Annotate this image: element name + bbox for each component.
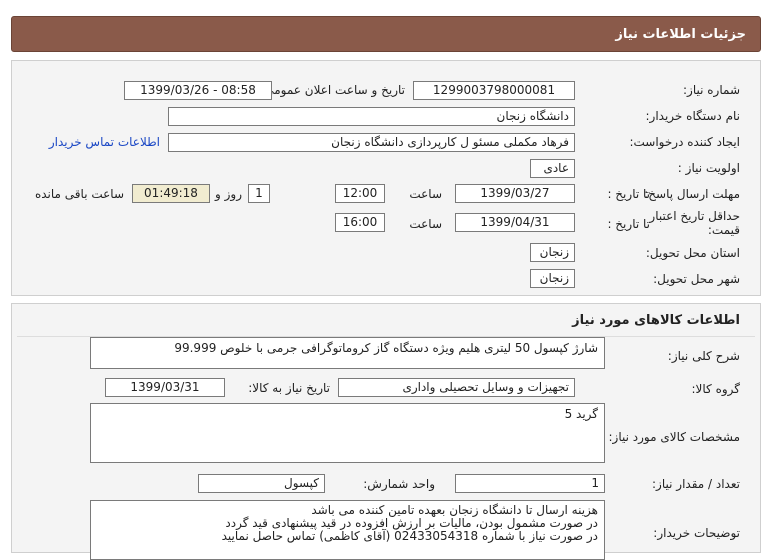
need-date-field[interactable]: 1399/03/31 (105, 378, 225, 397)
deadline-label: مهلت ارسال پاسخ: (644, 187, 740, 201)
validity-time-label: ساعت (409, 217, 442, 231)
need-info-panel: شماره نیاز: 1299003798000081 تاریخ و ساع… (11, 60, 761, 296)
qty-label: تعداد / مقدار نیاز: (652, 477, 740, 491)
city-field[interactable]: زنجان (530, 269, 575, 288)
notes-line-3: در صورت نیاز با شماره 02433054318 (آقای … (221, 529, 598, 543)
creator-label: ایجاد کننده درخواست: (629, 135, 740, 149)
page-header: جزئیات اطلاعات نیاز (11, 16, 761, 52)
goods-section-title: اطلاعات کالاهای مورد نیاز (572, 313, 740, 328)
validity-time-field[interactable]: 16:00 (335, 213, 385, 232)
deadline-time-field[interactable]: 12:00 (335, 184, 385, 203)
qty-field[interactable]: 1 (455, 474, 605, 493)
validity-date-field[interactable]: 1399/04/31 (455, 213, 575, 232)
goods-panel: اطلاعات کالاهای مورد نیاز شرح کلی نیاز: … (11, 303, 761, 560)
specs-field[interactable]: گرید 5 (90, 403, 605, 463)
remaining-label: ساعت باقی مانده (34, 187, 124, 201)
priority-label: اولویت نیاز : (677, 161, 740, 175)
validity-label-1: حداقل تاریخ اعتبار (649, 209, 740, 223)
remaining-time-field: 01:49:18 (132, 184, 210, 203)
days-field[interactable]: 1 (248, 184, 270, 203)
creator-field[interactable]: فرهاد مکملی مسئو ل کارپردازی دانشگاه زنج… (168, 133, 575, 152)
need-number-field[interactable]: 1299003798000081 (413, 81, 575, 100)
deadline-time-label: ساعت (409, 187, 442, 201)
priority-field[interactable]: عادی (530, 159, 575, 178)
summary-label: شرح کلی نیاز: (667, 349, 740, 363)
deadline-date-field[interactable]: 1399/03/27 (455, 184, 575, 203)
specs-label: مشخصات کالای مورد نیاز: (608, 430, 740, 444)
specs-text: گرید 5 (564, 407, 598, 421)
province-field[interactable]: زنجان (530, 243, 575, 262)
buyer-org-label: نام دستگاه خریدار: (645, 109, 741, 123)
announce-label: تاریخ و ساعت اعلان عمومی: (260, 83, 405, 97)
group-field[interactable]: تجهیزات و وسایل تحصیلی واداری (338, 378, 575, 397)
need-number-label: شماره نیاز: (683, 83, 740, 97)
summary-text: شارژ کپسول 50 لیتری هلیم ویژه دستگاه گاز… (174, 341, 598, 355)
page-title: جزئیات اطلاعات نیاز (615, 27, 746, 42)
summary-field[interactable]: شارژ کپسول 50 لیتری هلیم ویژه دستگاه گاز… (90, 337, 605, 369)
city-label: شهر محل تحویل: (653, 272, 740, 286)
validity-to-date-label: تا تاریخ : (607, 217, 650, 231)
validity-label-2: قیمت: (707, 223, 740, 237)
unit-field[interactable]: کپسول (198, 474, 325, 493)
need-date-label: تاریخ نیاز به کالا: (248, 381, 330, 395)
notes-label: توضیحات خریدار: (653, 526, 740, 540)
group-label: گروه کالا: (691, 382, 741, 396)
announce-field[interactable]: 1399/03/26 - 08:58 (124, 81, 272, 100)
buyer-org-field[interactable]: دانشگاه زنجان (168, 107, 575, 126)
deadline-to-date-label: تا تاریخ : (607, 187, 650, 201)
province-label: استان محل تحویل: (645, 246, 740, 260)
contact-buyer-link[interactable]: اطلاعات تماس خریدار (49, 135, 160, 149)
days-label: روز و (215, 187, 242, 201)
notes-field[interactable]: هزینه ارسال تا دانشگاه زنجان بعهده تامین… (90, 500, 605, 560)
unit-label: واحد شمارش: (363, 477, 435, 491)
